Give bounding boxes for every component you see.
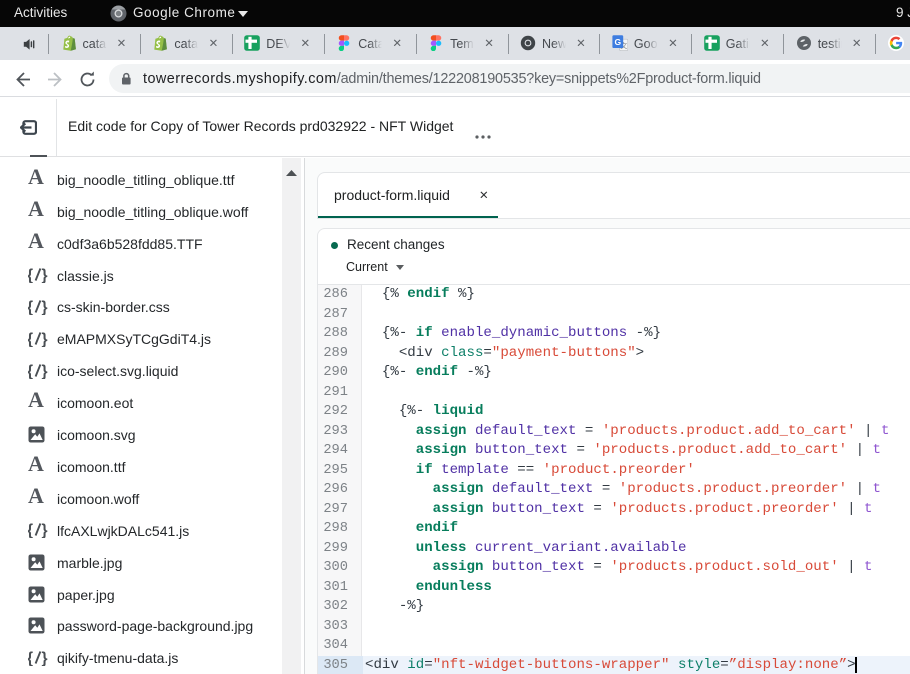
svg-text:}: } xyxy=(42,363,48,379)
svg-text:}: } xyxy=(42,267,48,283)
svg-text:}: } xyxy=(42,299,48,315)
svg-text:}: } xyxy=(42,650,48,666)
svg-text:}: } xyxy=(42,522,48,538)
svg-text:{: { xyxy=(28,299,33,315)
svg-text:{: { xyxy=(28,331,33,347)
svg-text:}: } xyxy=(42,331,48,347)
svg-text:{: { xyxy=(28,522,33,538)
svg-text:{: { xyxy=(28,267,33,283)
svg-text:{: { xyxy=(28,650,33,666)
svg-text:{: { xyxy=(28,363,33,379)
svg-text:G: G xyxy=(614,37,621,47)
